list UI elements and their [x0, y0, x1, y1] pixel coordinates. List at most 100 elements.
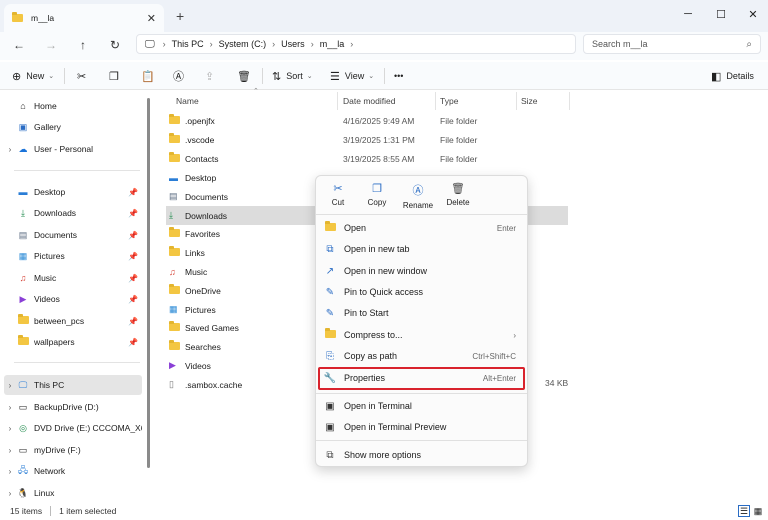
- file-row-vscode[interactable]: .vscode 3/19/2025 1:31 PM File folder: [166, 130, 568, 149]
- menu-item-show-more-options[interactable]: ⧉ Show more options: [322, 445, 522, 465]
- column-header-type[interactable]: Type: [440, 92, 458, 110]
- back-button[interactable]: ←: [10, 36, 28, 54]
- context-cut-button[interactable]: ✂ Cut: [317, 182, 359, 212]
- sidebar-item-downloads[interactable]: ⤓ Downloads 📌: [4, 203, 142, 223]
- chevron-right-icon[interactable]: ›: [4, 489, 16, 498]
- sidebar-item-between-pcs[interactable]: between_pcs 📌: [4, 311, 142, 331]
- sidebar-item-desktop[interactable]: ▬ Desktop 📌: [4, 182, 142, 202]
- sidebar-item-home[interactable]: ⌂ Home: [4, 96, 142, 116]
- delete-button[interactable]: 🗑: [237, 66, 256, 86]
- more-options-button[interactable]: •••: [394, 66, 403, 86]
- sidebar-scrollbar[interactable]: [147, 98, 150, 468]
- context-delete-button[interactable]: 🗑 Delete: [437, 182, 479, 212]
- sidebar-item-gallery[interactable]: ▣ Gallery: [4, 117, 142, 137]
- chevron-right-icon[interactable]: ›: [4, 381, 16, 390]
- maximize-button[interactable]: ☐: [709, 4, 733, 24]
- menu-item-label: Open in Terminal: [344, 401, 412, 411]
- pin-icon: ✎: [325, 307, 335, 319]
- quick-action-label: Copy: [367, 198, 387, 207]
- cut-button[interactable]: ✂: [77, 66, 91, 86]
- clipboard-icon: 📋: [141, 70, 155, 83]
- context-copy-button[interactable]: ❐ Copy: [356, 182, 398, 212]
- menu-item-pin-quick-access[interactable]: ✎ Pin to Quick access: [322, 282, 522, 302]
- list-view-icon: ☰: [739, 505, 749, 516]
- sidebar-item-user-personal[interactable]: › ☁ User - Personal: [4, 139, 142, 159]
- tab-m-la[interactable]: m__la ✕: [4, 4, 164, 32]
- sidebar-item-pictures[interactable]: ▦ Pictures 📌: [4, 246, 142, 266]
- column-header-date[interactable]: Date modified: [343, 92, 395, 110]
- pin-icon: ✎: [325, 286, 335, 298]
- tiles-view-toggle[interactable]: ▦: [752, 505, 764, 517]
- column-header-size[interactable]: Size: [521, 92, 538, 110]
- copy-button[interactable]: ❐: [109, 66, 124, 86]
- menu-item-label: Open in new tab: [344, 244, 410, 254]
- network-icon: 🖧: [17, 465, 29, 475]
- new-button[interactable]: ⊕ New ⌄: [12, 66, 54, 86]
- toolbar-divider: [384, 68, 385, 84]
- sort-button[interactable]: ⇅ Sort ⌄: [272, 66, 313, 86]
- file-row-contacts[interactable]: Contacts 3/19/2025 8:55 AM File folder: [166, 149, 568, 168]
- context-rename-button[interactable]: Ⓐ Rename: [397, 182, 439, 212]
- chevron-right-icon[interactable]: ›: [4, 424, 16, 433]
- menu-item-open-new-window[interactable]: ↗ Open in new window: [322, 261, 522, 281]
- menu-item-shortcut: Ctrl+Shift+C: [472, 351, 516, 361]
- menu-item-open-terminal[interactable]: ▣ Open in Terminal: [322, 396, 522, 416]
- minimize-button[interactable]: ─: [676, 4, 700, 24]
- search-input[interactable]: Search m__la ⌕: [583, 34, 761, 54]
- up-button[interactable]: ↑: [74, 36, 92, 54]
- sidebar-item-music[interactable]: ♫ Music 📌: [4, 268, 142, 288]
- sidebar-item-backup-drive[interactable]: › ▭ BackupDrive (D:): [4, 397, 142, 417]
- column-divider[interactable]: [435, 92, 436, 110]
- menu-item-open[interactable]: Open Enter: [322, 218, 522, 238]
- file-name: Contacts: [185, 153, 219, 164]
- menu-item-open-terminal-preview[interactable]: ▣ Open in Terminal Preview: [322, 417, 522, 437]
- column-divider[interactable]: [569, 92, 570, 110]
- search-icon: ⌕: [746, 38, 752, 50]
- file-row-openjfx[interactable]: .openjfx 4/16/2025 9:49 AM File folder: [166, 111, 568, 130]
- quick-action-label: Cut: [331, 198, 345, 207]
- view-button[interactable]: ☰ View ⌄: [330, 66, 374, 86]
- chevron-right-icon[interactable]: ›: [4, 403, 16, 412]
- sidebar-item-dvd-drive[interactable]: ›◎ DVD Drive (E:) CCCOMA_X64FRE_EN-US_DV…: [4, 418, 142, 438]
- column-divider[interactable]: [516, 92, 517, 110]
- details-button[interactable]: ◧ Details: [711, 66, 754, 86]
- sidebar-item-videos[interactable]: ▶ Videos 📌: [4, 289, 142, 309]
- chevron-right-icon[interactable]: ›: [4, 446, 16, 455]
- rename-button[interactable]: Ⓐ: [173, 66, 189, 86]
- column-divider[interactable]: [337, 92, 338, 110]
- refresh-button[interactable]: ↻: [106, 36, 124, 54]
- menu-divider: [316, 214, 527, 215]
- sidebar-item-linux[interactable]: › 🐧 Linux: [4, 483, 142, 503]
- menu-item-label: Compress to...: [344, 330, 403, 340]
- chevron-right-icon[interactable]: ›: [4, 145, 16, 154]
- folder-icon: [16, 314, 30, 326]
- chevron-right-icon[interactable]: ›: [4, 467, 16, 476]
- file-size: 34 KB: [545, 378, 569, 388]
- sidebar-item-network[interactable]: › 🖧 Network: [4, 461, 142, 481]
- column-header-name[interactable]: Name: [176, 92, 199, 110]
- share-icon: ⇪: [205, 70, 215, 83]
- new-tab-button[interactable]: +: [176, 8, 184, 24]
- address-bar[interactable]: 🖵 › This PC › System (C:) › Users › m__l…: [136, 34, 576, 54]
- menu-item-copy-as-path[interactable]: ⎘ Copy as path Ctrl+Shift+C: [322, 346, 522, 366]
- breadcrumb-users[interactable]: Users: [281, 39, 305, 49]
- sidebar-item-mydrive[interactable]: › ▭ myDrive (F:): [4, 440, 142, 460]
- gallery-icon: ▣: [18, 121, 28, 132]
- sidebar-item-wallpapers[interactable]: wallpapers 📌: [4, 332, 142, 352]
- menu-item-open-new-tab[interactable]: ⧉ Open in new tab: [322, 239, 522, 259]
- sidebar-item-this-pc[interactable]: › 🖵 This PC: [4, 375, 142, 395]
- close-window-button[interactable]: ✕: [741, 4, 765, 24]
- menu-item-compress[interactable]: Compress to... ›: [322, 325, 522, 345]
- share-button[interactable]: ⇪: [205, 66, 219, 86]
- menu-item-pin-to-start[interactable]: ✎ Pin to Start: [322, 303, 522, 323]
- details-view-toggle[interactable]: ☰: [738, 505, 750, 517]
- folder-icon: [169, 113, 180, 124]
- sidebar-item-documents[interactable]: ▤ Documents 📌: [4, 225, 142, 245]
- breadcrumb-system-c[interactable]: System (C:): [219, 39, 267, 49]
- menu-item-label: Open: [344, 223, 367, 233]
- breadcrumb-this-pc[interactable]: This PC: [172, 39, 204, 49]
- forward-button[interactable]: →: [42, 36, 60, 54]
- tab-close-button[interactable]: ✕: [147, 12, 156, 25]
- breadcrumb-m-la[interactable]: m__la: [320, 39, 345, 49]
- paste-button[interactable]: 📋: [141, 66, 160, 86]
